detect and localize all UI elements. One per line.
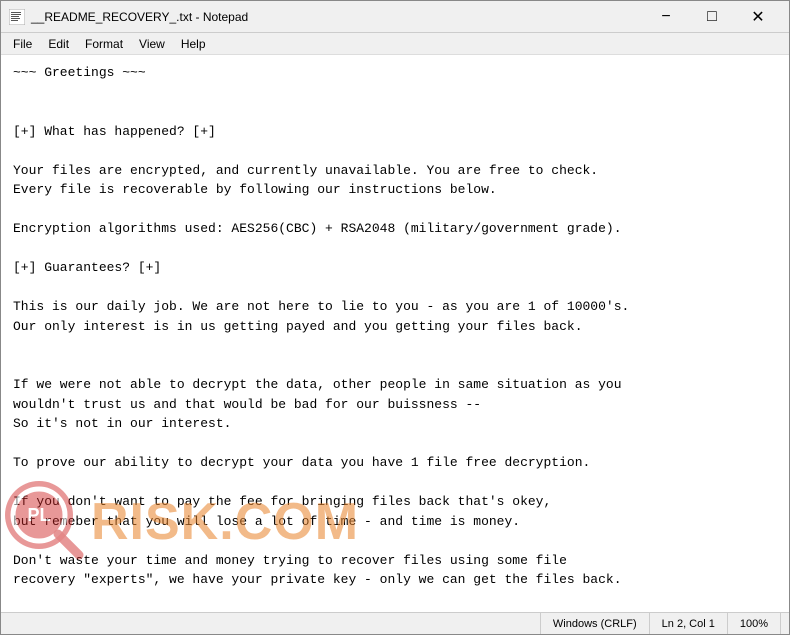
editor-area: ~~~ Greetings ~~~ [+] What has happened?… [1, 55, 789, 612]
menu-edit[interactable]: Edit [40, 35, 77, 53]
status-line-info: Ln 2, Col 1 [650, 613, 728, 634]
status-blank [9, 613, 541, 634]
menu-format[interactable]: Format [77, 35, 131, 53]
close-button[interactable]: ✕ [735, 1, 781, 33]
app-icon [9, 9, 25, 25]
window-controls: − □ ✕ [643, 1, 781, 33]
menu-view[interactable]: View [131, 35, 173, 53]
menu-help[interactable]: Help [173, 35, 214, 53]
window-title: __README_RECOVERY_.txt - Notepad [31, 10, 643, 24]
menu-file[interactable]: File [5, 35, 40, 53]
notepad-window: __README_RECOVERY_.txt - Notepad − □ ✕ F… [0, 0, 790, 635]
text-content[interactable]: ~~~ Greetings ~~~ [+] What has happened?… [1, 55, 789, 612]
menu-bar: File Edit Format View Help [1, 33, 789, 55]
status-encoding: Windows (CRLF) [541, 613, 650, 634]
maximize-button[interactable]: □ [689, 1, 735, 33]
status-zoom: 100% [728, 613, 781, 634]
status-bar: Windows (CRLF) Ln 2, Col 1 100% [1, 612, 789, 634]
minimize-button[interactable]: − [643, 1, 689, 33]
title-bar: __README_RECOVERY_.txt - Notepad − □ ✕ [1, 1, 789, 33]
